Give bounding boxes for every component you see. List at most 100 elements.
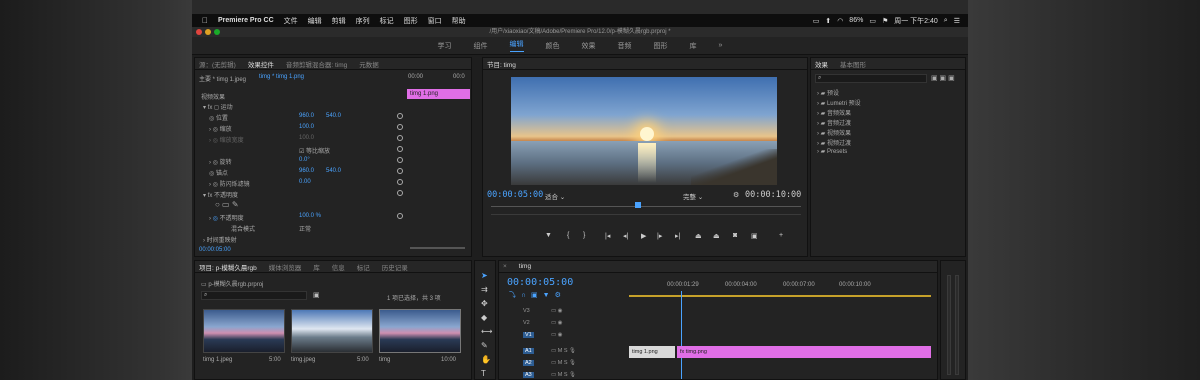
- slip-tool-icon[interactable]: ⟷: [481, 327, 492, 336]
- timeline-toolbar-icons[interactable]: ⤵∩▣▼⚙: [509, 290, 566, 300]
- flicker-row[interactable]: › ◎ 防闪烁滤镜: [209, 179, 250, 188]
- razor-tool-icon[interactable]: ◆: [481, 313, 487, 322]
- opacity-row[interactable]: › ◎ 不透明度: [209, 213, 244, 222]
- workspace-color[interactable]: 颜色: [546, 41, 560, 51]
- workspace-audio[interactable]: 音频: [618, 41, 632, 51]
- share-icon[interactable]: ⬆: [825, 17, 831, 25]
- reset-icon[interactable]: [397, 124, 403, 130]
- add-button-icon[interactable]: +: [779, 232, 783, 239]
- tab-effect-controls[interactable]: 效果控件: [248, 59, 274, 69]
- position-x[interactable]: 960.0: [299, 113, 314, 119]
- reset-icon[interactable]: [397, 168, 403, 174]
- battery-percent[interactable]: 86%: [849, 17, 863, 24]
- project-item-thumb[interactable]: [379, 309, 461, 353]
- tab-audio-mixer[interactable]: 音频剪辑混合器: timg: [286, 59, 347, 69]
- mask-tools[interactable]: ○ ▭ ✎: [215, 200, 239, 209]
- anchor-x[interactable]: 960.0: [299, 168, 314, 174]
- tab-history[interactable]: 历史记录: [382, 262, 408, 272]
- more-workspaces-icon[interactable]: »: [719, 42, 723, 49]
- effects-item-audio-effects[interactable]: › ▰ 音频效果: [817, 108, 851, 117]
- rotation-row[interactable]: › ◎ 旋转: [209, 157, 232, 166]
- ripple-edit-tool-icon[interactable]: ✥: [481, 299, 488, 308]
- reset-icon[interactable]: [397, 146, 403, 152]
- track-header-v2[interactable]: V2 ▭ ◉: [499, 320, 629, 332]
- timeline-timecode[interactable]: 00:00:05:00: [507, 277, 573, 288]
- program-playhead[interactable]: [635, 202, 641, 208]
- effects-item-presets[interactable]: › ▰ 预设: [817, 88, 839, 97]
- mark-out-icon[interactable]: }: [583, 232, 585, 239]
- quality-select[interactable]: 完整 ⌄: [683, 191, 703, 201]
- tab-effects[interactable]: 效果: [815, 59, 828, 69]
- reset-icon[interactable]: [397, 113, 403, 119]
- menu-help[interactable]: 帮助: [452, 16, 466, 26]
- flicker-value[interactable]: 0.00: [299, 179, 311, 185]
- uniform-scale-checkbox[interactable]: ☑ 等比缩放: [299, 146, 330, 155]
- track-header-a1[interactable]: A1 ▭ M S 🎙: [499, 348, 629, 360]
- clock[interactable]: 周一 下午2:40: [894, 16, 938, 26]
- wifi-icon[interactable]: ◠: [837, 17, 843, 25]
- tab-libraries[interactable]: 库: [313, 262, 320, 272]
- menu-file[interactable]: 文件: [284, 16, 298, 26]
- program-zoom-bar[interactable]: [491, 214, 801, 215]
- project-item-thumb[interactable]: [203, 309, 285, 353]
- effects-item-lumetri[interactable]: › ▰ Lumetri 预设: [817, 98, 861, 107]
- type-tool-icon[interactable]: T: [481, 369, 486, 378]
- flag-icon[interactable]: ⚑: [882, 17, 888, 25]
- mark-in-icon[interactable]: {: [567, 232, 569, 239]
- wrench-icon[interactable]: ⚙: [733, 191, 739, 199]
- effects-item-user-presets[interactable]: › ▰ Presets: [817, 148, 847, 155]
- ec-clip-bar[interactable]: timg 1.png: [407, 89, 470, 99]
- search-icon[interactable]: ⌕: [944, 17, 948, 25]
- opacity-value[interactable]: 100.0 %: [299, 213, 321, 219]
- sequence-clip-label[interactable]: timg * timg 1.png: [259, 74, 304, 80]
- tab-metadata[interactable]: 元数据: [359, 59, 379, 69]
- step-back-icon[interactable]: ◂|: [623, 232, 628, 240]
- workspace-graphics[interactable]: 图形: [654, 41, 668, 51]
- menu-sequence[interactable]: 序列: [356, 16, 370, 26]
- tab-program[interactable]: 节目: timg: [487, 59, 516, 69]
- minimize-button[interactable]: [205, 29, 211, 35]
- tab-media-browser[interactable]: 媒体浏览器: [269, 262, 302, 272]
- reset-icon[interactable]: [397, 135, 403, 141]
- timeline-clip-v1-b[interactable]: fx timg.png: [677, 346, 931, 358]
- step-forward-icon[interactable]: |▸: [657, 232, 662, 240]
- lift-icon[interactable]: ⏏: [695, 232, 702, 240]
- project-item-thumb[interactable]: [291, 309, 373, 353]
- ec-zoom-scroll[interactable]: [410, 247, 465, 249]
- battery-icon[interactable]: ▭: [869, 17, 876, 25]
- effects-item-video-effects[interactable]: › ▰ 视频效果: [817, 128, 851, 137]
- workspace-assembly[interactable]: 组件: [474, 41, 488, 51]
- scale-row[interactable]: › ◎ 缩放: [209, 124, 232, 133]
- screen-icon[interactable]: ▭: [813, 17, 820, 25]
- track-header-a2[interactable]: A2 ▭ M S 🎙: [499, 360, 629, 372]
- anchor-y[interactable]: 540.0: [326, 168, 341, 174]
- go-to-out-icon[interactable]: ▸|: [675, 232, 680, 240]
- workspace-libraries[interactable]: 库: [690, 41, 697, 51]
- menu-icon[interactable]: ☰: [954, 17, 960, 25]
- master-clip-label[interactable]: 主要 * timg 1.jpeg: [199, 74, 246, 83]
- pen-tool-icon[interactable]: ✎: [481, 341, 488, 350]
- tab-source[interactable]: 源：(无剪辑): [199, 59, 236, 69]
- effects-item-video-transitions[interactable]: › ▰ 视频过渡: [817, 138, 851, 147]
- work-area-bar[interactable]: [629, 295, 931, 297]
- marker-icon[interactable]: ▼: [545, 232, 552, 239]
- menu-clip[interactable]: 剪辑: [332, 16, 346, 26]
- close-icon[interactable]: ×: [503, 263, 507, 270]
- effects-filter-icons[interactable]: ▣ ▣ ▣: [931, 74, 955, 82]
- menu-edit[interactable]: 编辑: [308, 16, 322, 26]
- fit-select[interactable]: 适合 ⌄: [545, 191, 565, 201]
- program-video-frame[interactable]: [511, 77, 777, 185]
- track-header-v1[interactable]: V1 ▭ ◉: [499, 332, 629, 344]
- opacity-fx-row[interactable]: ▾ fx 不透明度: [203, 190, 238, 199]
- close-button[interactable]: [196, 29, 202, 35]
- app-menu[interactable]: Premiere Pro CC: [218, 17, 274, 24]
- tab-markers[interactable]: 标记: [357, 262, 370, 272]
- new-bin-icon[interactable]: ▣: [313, 291, 320, 299]
- rotation-value[interactable]: 0.0°: [299, 157, 310, 163]
- blend-mode-select[interactable]: 正常: [299, 224, 311, 233]
- go-to-in-icon[interactable]: |◂: [605, 232, 610, 240]
- program-scrubber[interactable]: [491, 206, 801, 207]
- hand-tool-icon[interactable]: ✋: [481, 355, 491, 364]
- effects-search-input[interactable]: ⌕: [815, 74, 927, 83]
- menu-window[interactable]: 窗口: [428, 16, 442, 26]
